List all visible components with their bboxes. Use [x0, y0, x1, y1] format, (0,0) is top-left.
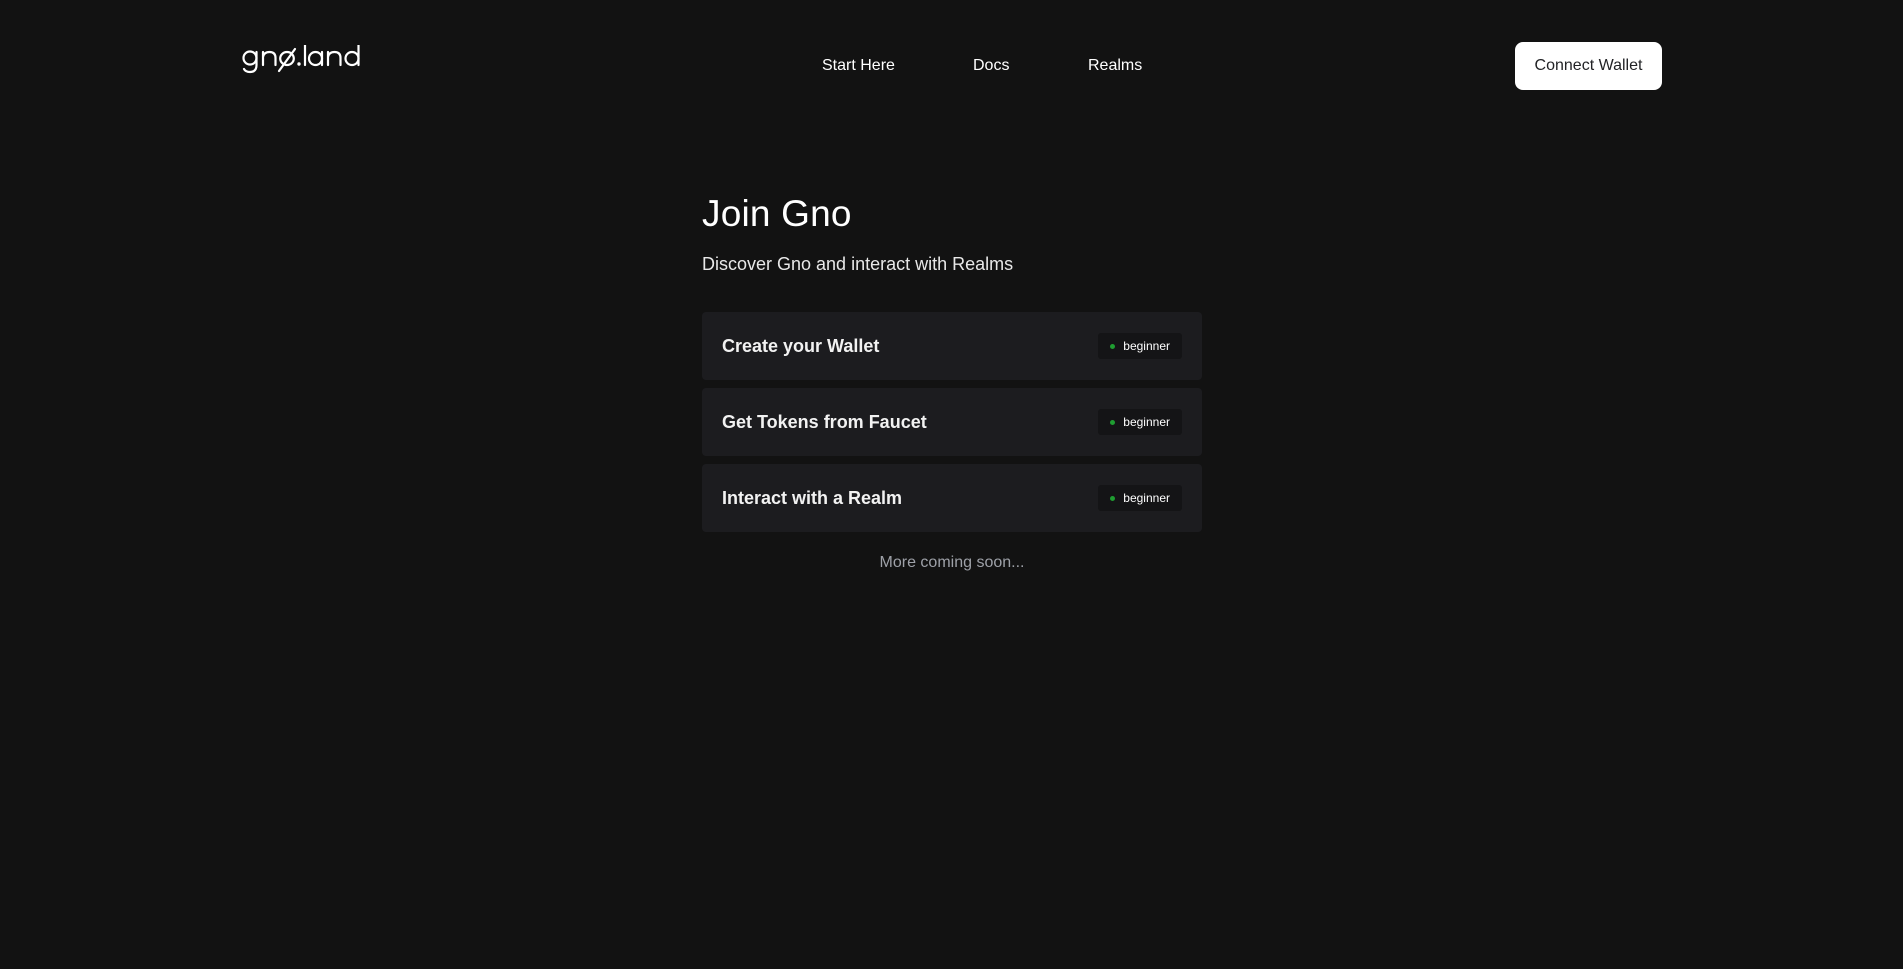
level-dot-icon	[1110, 495, 1116, 501]
page-title: Join Gno	[702, 193, 852, 234]
level-label: beginner	[1123, 339, 1170, 353]
level-badge: beginner	[1098, 409, 1182, 435]
level-badge: beginner	[1098, 485, 1182, 511]
nav-start-here[interactable]: Start Here	[822, 54, 895, 78]
tutorial-card-create-wallet[interactable]: Create your Wallet beginner	[702, 312, 1202, 380]
level-label: beginner	[1123, 415, 1170, 429]
site-header: Start Here Docs Realms Connect Wallet	[0, 0, 1903, 132]
nav-realms[interactable]: Realms	[1088, 54, 1142, 78]
tutorial-list: Create your Wallet beginner Get Tokens f…	[702, 312, 1202, 532]
connect-wallet-button[interactable]: Connect Wallet	[1515, 42, 1662, 90]
nav-docs[interactable]: Docs	[973, 54, 1009, 78]
page-subtitle: Discover Gno and interact with Realms	[702, 254, 1014, 274]
tutorial-card-realm[interactable]: Interact with a Realm beginner	[702, 464, 1202, 532]
more-coming-soon: More coming soon...	[879, 554, 1025, 571]
level-dot-icon	[1110, 419, 1116, 425]
tutorial-title: Interact with a Realm	[722, 487, 903, 508]
tutorial-title: Create your Wallet	[722, 335, 880, 356]
main-content: Join Gno Discover Gno and interact with …	[702, 186, 1202, 572]
level-badge: beginner	[1098, 333, 1182, 359]
tutorial-card-faucet[interactable]: Get Tokens from Faucet beginner	[702, 388, 1202, 456]
level-dot-icon	[1110, 343, 1116, 349]
tutorial-title: Get Tokens from Faucet	[722, 411, 927, 432]
level-label: beginner	[1123, 491, 1170, 505]
